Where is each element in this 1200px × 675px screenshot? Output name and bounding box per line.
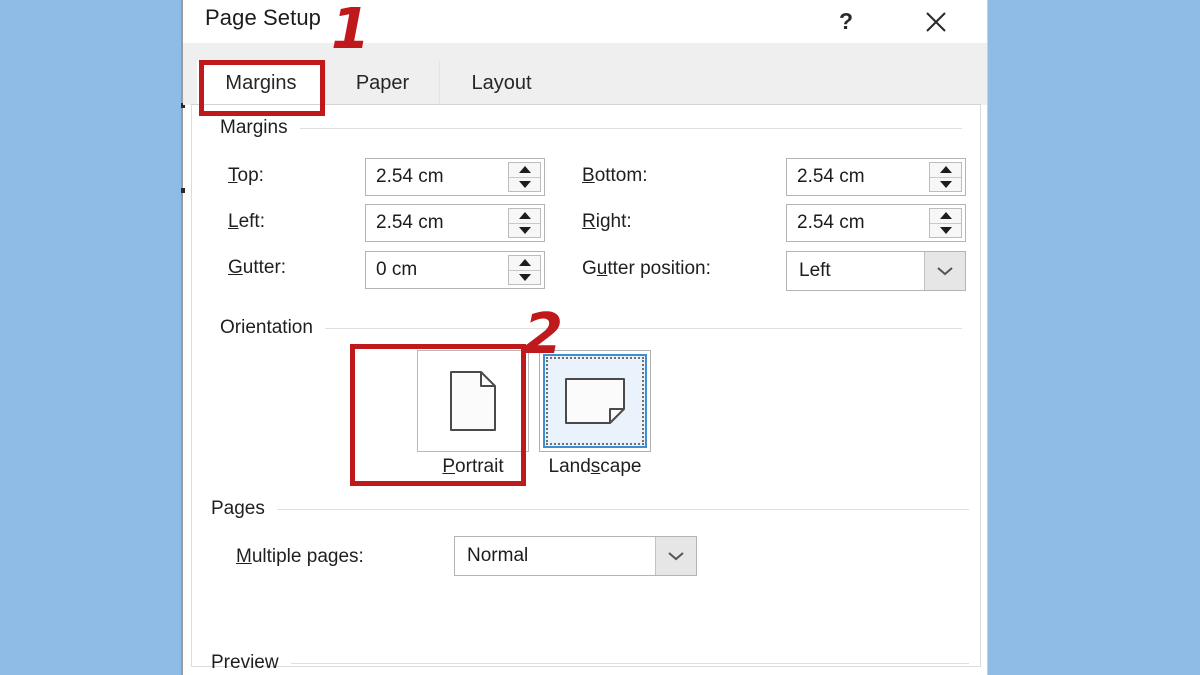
group-title-pages: Pages bbox=[211, 498, 265, 519]
spinner-gutter-down[interactable] bbox=[509, 270, 540, 284]
group-title-preview: Preview bbox=[211, 652, 279, 673]
spinner-bottom-margin-down[interactable] bbox=[930, 177, 961, 191]
orientation-label-portrait: Portrait bbox=[442, 456, 504, 477]
spinner-gutter-up[interactable] bbox=[509, 256, 540, 271]
group-header-pages: Pages bbox=[211, 498, 969, 520]
spinner-right-margin-down[interactable] bbox=[930, 223, 961, 237]
label-bottom: Bottom: bbox=[582, 165, 648, 186]
label-gutter-position: Gutter position: bbox=[582, 258, 711, 279]
screenshot-root: Page Setup ? Margins Paper Layout Margin… bbox=[0, 0, 1200, 675]
input-gutter-value: 0 cm bbox=[376, 259, 418, 280]
orientation-label-landscape: Landscape bbox=[548, 456, 642, 477]
input-bottom-margin-value: 2.54 cm bbox=[797, 166, 865, 187]
spinner-top-margin[interactable] bbox=[508, 162, 541, 192]
label-left: Left: bbox=[228, 211, 265, 232]
dialog-title: Page Setup bbox=[205, 5, 321, 30]
landscape-selection-highlight bbox=[543, 354, 647, 448]
group-title-orientation: Orientation bbox=[220, 317, 313, 338]
spinner-left-margin-down[interactable] bbox=[509, 223, 540, 237]
input-right-margin[interactable]: 2.54 cm bbox=[786, 204, 966, 242]
input-left-margin[interactable]: 2.54 cm bbox=[365, 204, 545, 242]
spinner-left-margin-up[interactable] bbox=[509, 209, 540, 224]
dropdown-gutter-position-value: Left bbox=[799, 260, 831, 281]
resize-handle-lower[interactable] bbox=[181, 188, 185, 193]
tab-margins[interactable]: Margins bbox=[197, 61, 325, 105]
spinner-right-margin-up[interactable] bbox=[930, 209, 961, 224]
spinner-right-margin[interactable] bbox=[929, 208, 962, 238]
group-rule bbox=[290, 662, 969, 664]
tab-layout[interactable]: Layout bbox=[439, 61, 563, 105]
tab-margins-label: Margins bbox=[225, 71, 297, 94]
group-header-orientation: Orientation bbox=[220, 317, 962, 339]
label-multiple-pages: Multiple pages: bbox=[236, 546, 364, 567]
page-setup-dialog: Page Setup ? Margins Paper Layout Margin… bbox=[181, 0, 988, 675]
question-mark-icon: ? bbox=[838, 8, 854, 34]
group-title-margins: Margins bbox=[220, 117, 288, 138]
tab-layout-label: Layout bbox=[471, 71, 532, 94]
close-button[interactable] bbox=[913, 0, 959, 43]
input-bottom-margin[interactable]: 2.54 cm bbox=[786, 158, 966, 196]
landscape-page-icon bbox=[565, 378, 625, 424]
group-rule bbox=[276, 508, 969, 510]
spinner-gutter[interactable] bbox=[508, 255, 541, 285]
chevron-down-icon[interactable] bbox=[924, 252, 965, 290]
spinner-left-margin[interactable] bbox=[508, 208, 541, 238]
portrait-page-icon bbox=[450, 371, 496, 431]
orientation-option-landscape[interactable] bbox=[539, 350, 651, 452]
spinner-top-margin-down[interactable] bbox=[509, 177, 540, 191]
orientation-option-portrait[interactable] bbox=[417, 350, 529, 452]
label-top: Top: bbox=[228, 165, 264, 186]
dropdown-multiple-pages-value: Normal bbox=[467, 545, 529, 566]
group-header-preview: Preview bbox=[211, 652, 969, 674]
group-rule bbox=[299, 127, 962, 129]
input-top-margin[interactable]: 2.54 cm bbox=[365, 158, 545, 196]
input-left-margin-value: 2.54 cm bbox=[376, 212, 444, 233]
group-rule bbox=[324, 327, 962, 329]
tab-paper[interactable]: Paper bbox=[325, 61, 439, 105]
input-top-margin-value: 2.54 cm bbox=[376, 166, 444, 187]
tab-strip: Margins Paper Layout bbox=[183, 43, 987, 105]
dialog-title-bar: Page Setup ? bbox=[183, 0, 987, 43]
input-gutter[interactable]: 0 cm bbox=[365, 251, 545, 289]
label-gutter: Gutter: bbox=[228, 257, 287, 278]
dropdown-multiple-pages[interactable]: Normal bbox=[454, 536, 697, 576]
chevron-down-icon[interactable] bbox=[655, 537, 696, 575]
input-right-margin-value: 2.54 cm bbox=[797, 212, 865, 233]
label-right: Right: bbox=[582, 211, 632, 232]
close-icon bbox=[926, 11, 946, 32]
spinner-bottom-margin-up[interactable] bbox=[930, 163, 961, 178]
help-button[interactable]: ? bbox=[823, 0, 869, 43]
tab-paper-label: Paper bbox=[355, 71, 410, 94]
spinner-top-margin-up[interactable] bbox=[509, 163, 540, 178]
spinner-bottom-margin[interactable] bbox=[929, 162, 962, 192]
group-header-margins: Margins bbox=[220, 117, 962, 139]
dropdown-gutter-position[interactable]: Left bbox=[786, 251, 966, 291]
